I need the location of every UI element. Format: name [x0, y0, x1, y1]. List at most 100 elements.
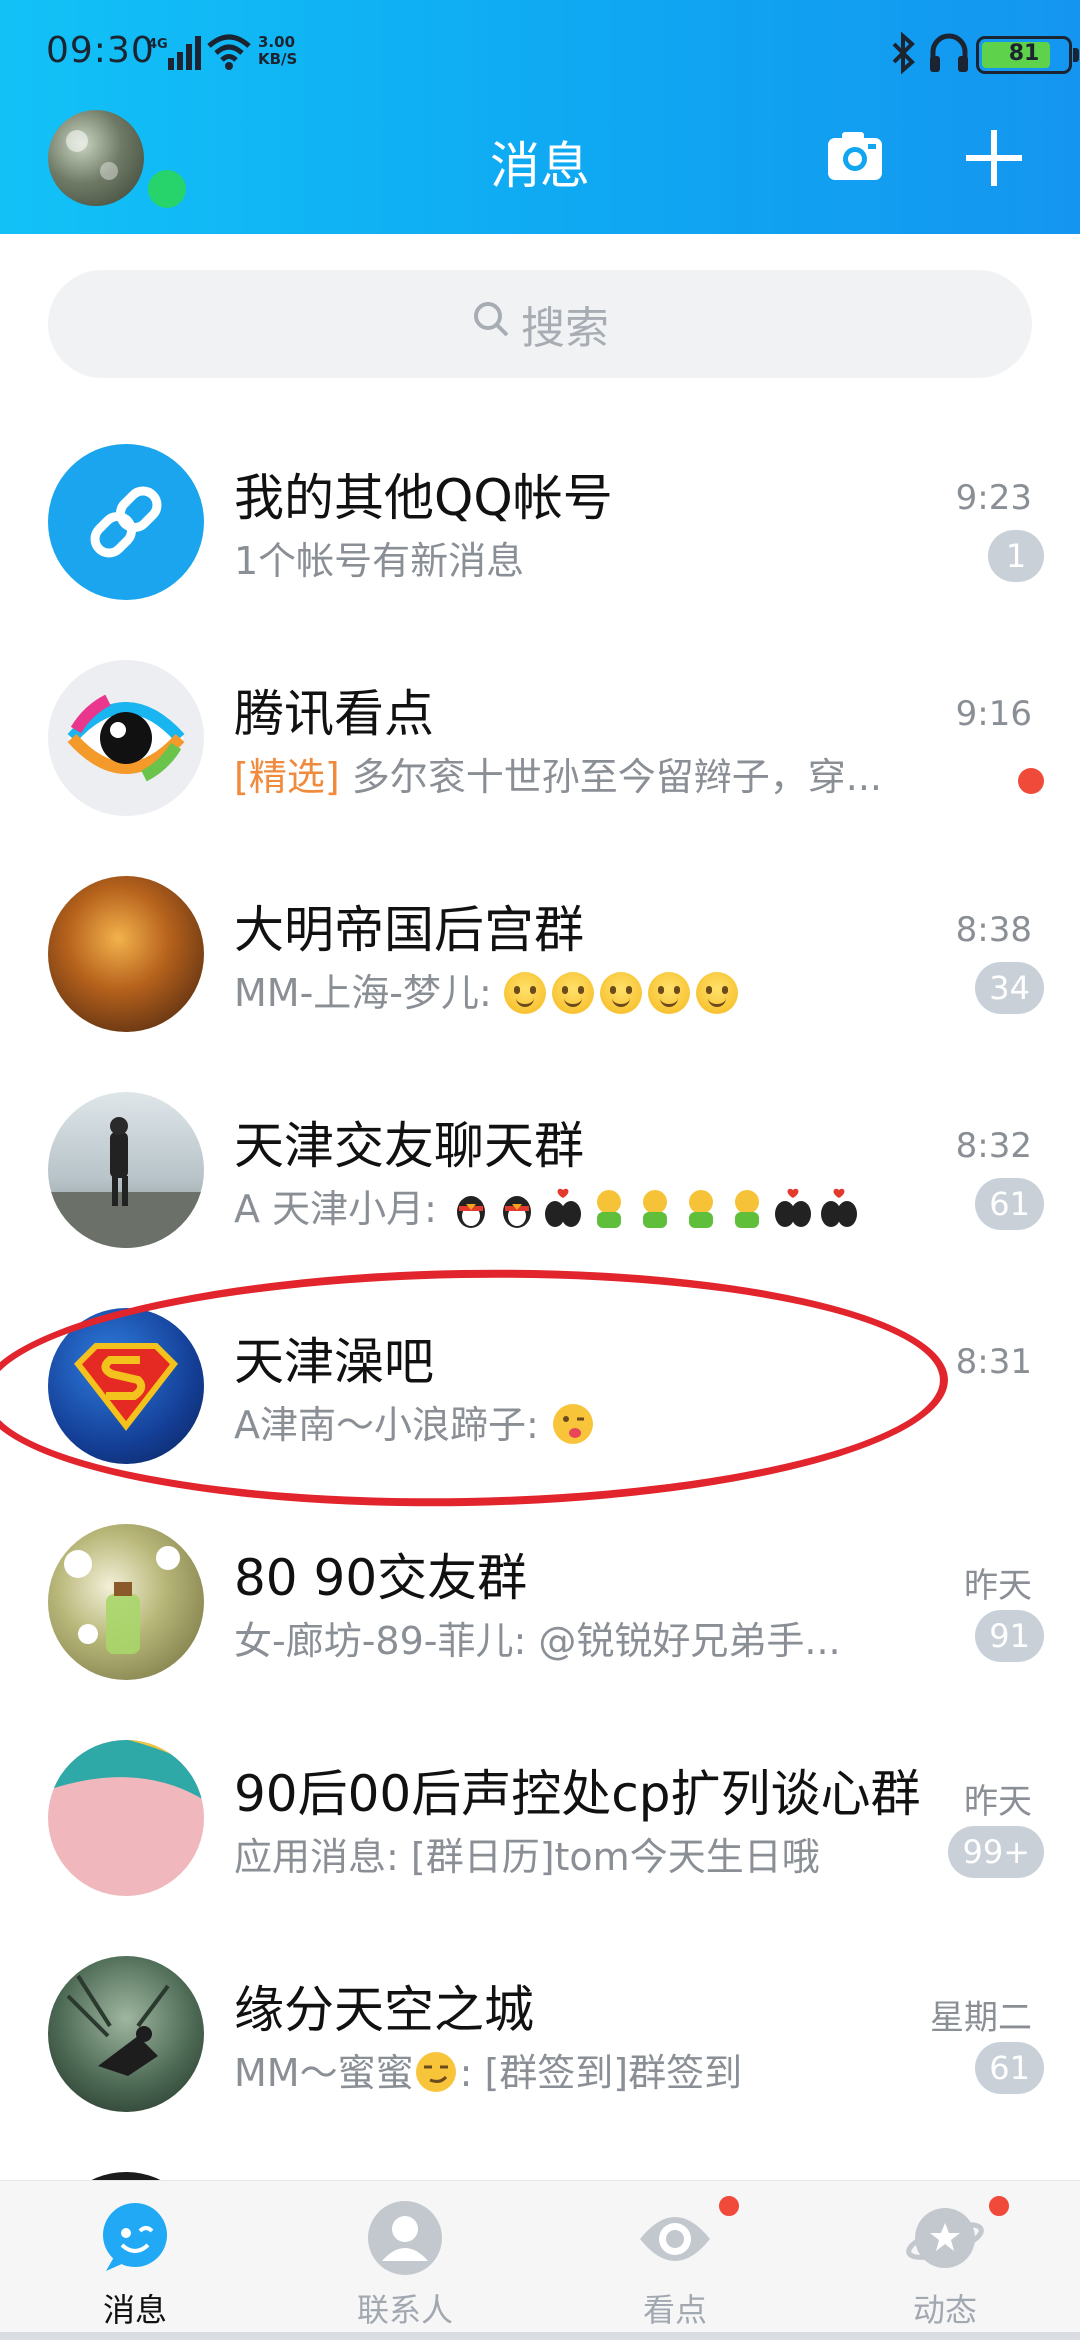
net-speed-value: 3.00 — [258, 33, 296, 51]
tab-notification-dot — [986, 2193, 1012, 2219]
app-header: 09:30 4G 3.00 KB/S 81 消息 — [0, 0, 1080, 234]
bluetooth-icon — [890, 31, 918, 78]
conversation-preview: [精选] 多尔衮十世孙至今留辫子，穿... — [234, 746, 934, 801]
tab-notification-dot — [716, 2193, 742, 2219]
unread-badge: 34 — [975, 962, 1044, 1014]
conversation-preview: MM～蜜蜜: [群签到]群签到 — [234, 2042, 934, 2097]
green-emoji-icon — [734, 1190, 759, 1228]
list-item[interactable] — [0, 2128, 1080, 2188]
tab-kandian[interactable]: 看点 — [540, 2181, 810, 2340]
camera-icon[interactable] — [826, 128, 884, 188]
unread-badge: 99+ — [948, 1826, 1044, 1878]
list-item[interactable]: 90后00后声控处cp扩列谈心群 应用消息: [群日历]tom今天生日哦 昨天 … — [0, 1696, 1080, 1912]
planet-icon — [906, 2208, 984, 2268]
conversation-time: 9:16 — [955, 694, 1032, 734]
conversation-time: 9:23 — [955, 478, 1032, 518]
eye-icon — [640, 2217, 710, 2261]
conversation-time: 昨天 — [964, 1782, 1032, 1822]
conversation-time: 8:38 — [955, 910, 1032, 950]
conversation-name: 天津澡吧 — [234, 1333, 434, 1391]
group-avatar — [48, 1956, 204, 2112]
list-item[interactable]: 缘分天空之城 MM～蜜蜜: [群签到]群签到 星期二 61 — [0, 1912, 1080, 2128]
penguin-emoji-icon — [502, 1196, 531, 1228]
conversation-preview: 应用消息: [群日历]tom今天生日哦 — [234, 1835, 820, 1879]
network-label: 4G — [148, 37, 168, 52]
green-emoji-icon — [596, 1190, 621, 1228]
unread-badge: 61 — [975, 2042, 1044, 2094]
penguin-couple-emoji-icon — [544, 1188, 581, 1227]
group-avatar — [48, 876, 204, 1032]
penguin-emoji-icon — [456, 1196, 485, 1228]
green-emoji-icon — [642, 1190, 667, 1228]
home-indicator — [0, 2332, 1080, 2340]
list-item[interactable]: 大明帝国后宫群 MM-上海-梦儿: 8:38 34 — [0, 832, 1080, 1048]
battery-icon: 81 — [976, 36, 1079, 74]
smile-emoji-icon — [695, 972, 738, 1014]
list-item[interactable]: 腾讯看点 [精选] 多尔衮十世孙至今留辫子，穿... 9:16 — [0, 616, 1080, 832]
smile-emoji-icon — [599, 972, 642, 1014]
search-bar[interactable]: 搜索 — [48, 270, 1032, 378]
smile-emoji-icon — [503, 972, 546, 1014]
list-item[interactable]: 80 90交友群 女-廊坊-89-菲儿: @锐锐好兄弟手... 昨天 91 — [0, 1480, 1080, 1696]
wifi-icon — [206, 34, 252, 74]
status-bar: 09:30 4G 3.00 KB/S 81 — [0, 0, 1080, 106]
conversation-time: 昨天 — [964, 1566, 1032, 1606]
unread-badge: 1 — [988, 530, 1044, 582]
net-speed: 3.00 KB/S — [258, 34, 297, 68]
smirk-emoji-icon — [415, 2052, 456, 2092]
search-placeholder: 搜索 — [521, 303, 609, 354]
penguin-couple-emoji-icon — [774, 1188, 811, 1227]
group-avatar — [48, 1092, 204, 1248]
preview-tag: [精选] — [234, 755, 340, 799]
qq-messages-screen: { "status_bar": { "time": "09:30", "netw… — [0, 0, 1080, 2340]
conversation-name: 大明帝国后宫群 — [234, 901, 584, 959]
smile-emoji-icon — [647, 972, 690, 1014]
group-avatar — [48, 1740, 204, 1896]
green-emoji-icon — [688, 1190, 713, 1228]
conversation-time: 星期二 — [930, 1998, 1032, 2038]
penguin-couple-emoji-icon — [820, 1188, 857, 1227]
preview-text: A津南～小浪蹄子: — [234, 1403, 551, 1447]
conversation-name: 90后00后声控处cp扩列谈心群 — [234, 1765, 921, 1823]
signal-icon: 4G — [148, 34, 204, 78]
preview-text: MM-上海-梦儿: — [234, 971, 504, 1015]
unread-badge: 61 — [975, 1178, 1044, 1230]
conversation-preview: 1个帐号有新消息 — [234, 539, 525, 583]
conversation-preview: 女-廊坊-89-菲儿: @锐锐好兄弟手... — [234, 1619, 841, 1663]
conversation-preview: A 天津小月: — [234, 1178, 934, 1233]
search-icon — [471, 299, 521, 350]
conversation-name: 腾讯看点 — [234, 685, 434, 743]
preview-text: 多尔衮十世孙至今留辫子，穿... — [351, 755, 882, 799]
conversation-time: 8:32 — [955, 1126, 1032, 1166]
wink-tongue-emoji-icon — [552, 1404, 593, 1444]
link-icon — [48, 444, 204, 600]
tab-moments[interactable]: 动态 — [810, 2181, 1080, 2340]
conversation-preview: A津南～小浪蹄子: — [234, 1394, 934, 1449]
net-speed-unit: KB/S — [258, 50, 298, 68]
list-item[interactable]: 天津澡吧 A津南～小浪蹄子: 8:31 — [0, 1264, 1080, 1480]
list-item[interactable]: 我的其他QQ帐号 1个帐号有新消息 9:23 1 — [0, 400, 1080, 616]
tab-label: 联系人 — [356, 2291, 453, 2329]
superman-avatar — [48, 1308, 204, 1464]
conversation-name: 我的其他QQ帐号 — [234, 469, 613, 527]
headphones-icon — [928, 30, 970, 78]
preview-text-b: : [群签到]群签到 — [459, 2051, 743, 2095]
page-title: 消息 — [490, 137, 590, 195]
battery-level: 81 — [1008, 41, 1040, 66]
unread-dot — [1018, 768, 1044, 794]
conversation-time: 8:31 — [955, 1342, 1032, 1382]
tab-label: 动态 — [912, 2291, 977, 2329]
unread-badge: 91 — [975, 1610, 1044, 1662]
conversation-name: 80 90交友群 — [234, 1549, 528, 1607]
conversation-preview: MM-上海-梦儿: — [234, 962, 934, 1017]
tab-label: 消息 — [102, 2291, 167, 2329]
kandian-eye-icon — [48, 660, 204, 816]
tab-messages[interactable]: 消息 — [0, 2181, 270, 2340]
plus-icon[interactable] — [964, 128, 1024, 192]
bottom-tab-bar: 消息 联系人 看点 动态 — [0, 2180, 1080, 2340]
group-avatar — [48, 1524, 204, 1680]
list-item[interactable]: 天津交友聊天群 A 天津小月: 8:32 61 — [0, 1048, 1080, 1264]
tab-label: 看点 — [642, 2291, 707, 2329]
tab-contacts[interactable]: 联系人 — [270, 2181, 540, 2340]
conversation-name: 缘分天空之城 — [234, 1981, 534, 2039]
